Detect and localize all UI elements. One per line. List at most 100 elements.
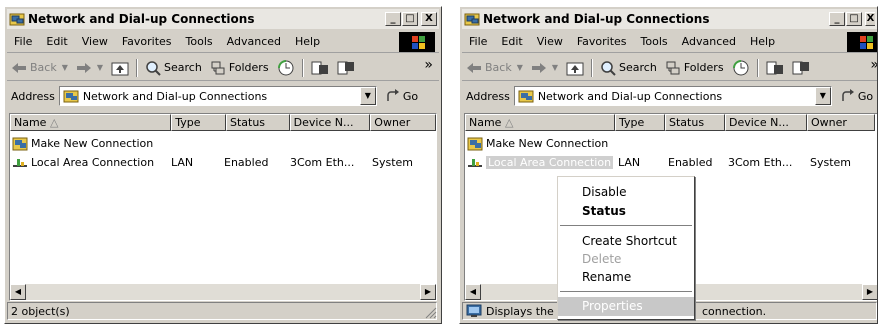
folders-label: Folders <box>683 61 724 74</box>
scroll-right-button[interactable]: ▶ <box>862 284 877 300</box>
toolbar-separator <box>591 58 594 77</box>
forward-arrow-icon <box>76 62 91 73</box>
column-header-status[interactable]: Status <box>665 114 725 131</box>
maximize-button[interactable]: □ <box>846 12 862 26</box>
go-arrow-icon <box>842 89 854 101</box>
column-header-device[interactable]: Device N... <box>725 114 807 131</box>
list-item[interactable]: Make New Connection <box>467 135 608 152</box>
toolbar-more-chevron[interactable]: » <box>424 57 433 73</box>
forward-button[interactable]: ▼ <box>72 62 107 74</box>
column-header-name[interactable]: Name △ <box>10 114 172 131</box>
column-header-name[interactable]: Name △ <box>465 114 615 131</box>
title-bar[interactable]: Network and Dial-up Connections _ □ X <box>7 9 439 29</box>
menu-item-disable[interactable]: Disable <box>558 183 694 202</box>
folders-button[interactable]: Folders <box>661 60 728 76</box>
search-button[interactable]: Search <box>596 60 661 76</box>
menu-separator <box>560 291 692 293</box>
move-to-button[interactable] <box>307 60 333 76</box>
address-dropdown-button[interactable]: ▼ <box>359 87 376 105</box>
address-field[interactable]: Network and Dial-up Connections ▼ <box>58 86 377 106</box>
menu-item-rename[interactable]: Rename <box>558 268 694 287</box>
menu-favorites[interactable]: Favorites <box>570 35 634 48</box>
list-item-selected[interactable]: Local Area Connection LAN Enabled 3Com E… <box>467 154 870 171</box>
item-owner: System <box>810 156 852 169</box>
menu-edit[interactable]: Edit <box>494 35 529 48</box>
menu-item-create-shortcut[interactable]: Create Shortcut <box>558 232 694 251</box>
menu-edit[interactable]: Edit <box>39 35 74 48</box>
menu-view[interactable]: View <box>75 35 115 48</box>
column-header-type[interactable]: Type <box>615 114 665 131</box>
menu-view[interactable]: View <box>530 35 570 48</box>
menu-item-properties[interactable]: Properties <box>558 297 694 316</box>
list-item[interactable]: Local Area Connection LAN Enabled 3Com E… <box>12 154 432 171</box>
column-header-type[interactable]: Type <box>171 114 226 131</box>
minimize-button[interactable]: _ <box>385 12 401 26</box>
scroll-left-button[interactable]: ◀ <box>465 284 481 300</box>
menu-tools[interactable]: Tools <box>634 35 675 48</box>
folders-button[interactable]: Folders <box>206 60 273 76</box>
copy-to-icon <box>792 61 809 74</box>
back-button[interactable]: Back ▼ <box>7 61 72 74</box>
scroll-left-button[interactable]: ◀ <box>10 284 26 300</box>
menu-favorites[interactable]: Favorites <box>115 35 179 48</box>
up-button[interactable] <box>562 60 588 76</box>
forward-button[interactable]: ▼ <box>527 62 562 74</box>
back-label: Back <box>30 61 57 74</box>
menu-file[interactable]: File <box>7 35 39 48</box>
status-network-icon <box>466 304 482 317</box>
column-header-owner[interactable]: Owner <box>807 114 875 131</box>
make-new-connection-icon <box>12 137 28 150</box>
copy-to-button[interactable] <box>333 60 359 76</box>
menu-help[interactable]: Help <box>743 35 782 48</box>
go-button[interactable]: Go <box>377 89 418 103</box>
scroll-right-button[interactable]: ▶ <box>420 284 436 300</box>
maximize-button[interactable]: □ <box>402 12 418 26</box>
history-button[interactable] <box>273 59 299 77</box>
menu-advanced[interactable]: Advanced <box>220 35 288 48</box>
address-dropdown-button[interactable]: ▼ <box>814 87 831 105</box>
menu-item-delete[interactable]: Delete <box>558 250 694 269</box>
menu-file[interactable]: File <box>462 35 494 48</box>
lan-connection-icon <box>13 158 27 167</box>
forward-dropdown-icon[interactable]: ▼ <box>552 63 558 72</box>
up-button[interactable] <box>107 60 133 76</box>
back-button[interactable]: Back ▼ <box>462 61 527 74</box>
back-arrow-icon <box>467 62 481 73</box>
menu-bar: File Edit View Favorites Tools Advanced … <box>7 31 439 53</box>
item-name: Local Area Connection <box>486 156 614 169</box>
menu-item-status[interactable]: Status <box>558 202 694 221</box>
forward-dropdown-icon[interactable]: ▼ <box>97 63 103 72</box>
close-button[interactable]: X <box>865 12 875 26</box>
menu-tools[interactable]: Tools <box>179 35 220 48</box>
network-folder-icon <box>63 90 79 103</box>
folders-icon <box>666 61 680 74</box>
list-item[interactable]: Make New Connection <box>12 135 153 152</box>
column-header-device[interactable]: Device N... <box>289 114 371 131</box>
file-list-view[interactable]: Name △ Type Status Device N... Owner Mak… <box>9 113 437 301</box>
close-button[interactable]: X <box>421 12 437 26</box>
toolbar-more-chevron[interactable]: » <box>870 57 877 73</box>
move-to-button[interactable] <box>762 60 788 76</box>
resize-grip-icon[interactable] <box>425 307 437 319</box>
column-header-status[interactable]: Status <box>225 114 290 131</box>
address-field[interactable]: Network and Dial-up Connections ▼ <box>513 86 832 106</box>
go-button[interactable]: Go <box>832 89 873 103</box>
status-text-suffix: connection. <box>702 304 767 318</box>
menu-advanced[interactable]: Advanced <box>675 35 743 48</box>
item-name: Make New Connection <box>486 137 609 150</box>
horizontal-scrollbar[interactable]: ◀ ▶ <box>10 284 436 300</box>
window-title: Network and Dial-up Connections <box>28 12 255 26</box>
copy-to-button[interactable] <box>788 60 814 76</box>
go-label: Go <box>857 89 874 103</box>
address-label: Address <box>466 89 510 103</box>
menu-separator <box>560 225 692 227</box>
title-bar[interactable]: Network and Dial-up Connections _ □ X <box>462 9 877 29</box>
back-dropdown-icon[interactable]: ▼ <box>517 63 523 72</box>
back-dropdown-icon[interactable]: ▼ <box>62 63 68 72</box>
search-button[interactable]: Search <box>141 60 206 76</box>
toolbar-separator <box>301 58 304 77</box>
history-button[interactable] <box>728 59 754 77</box>
minimize-button[interactable]: _ <box>829 12 845 26</box>
column-header-owner[interactable]: Owner <box>370 114 436 131</box>
menu-help[interactable]: Help <box>288 35 327 48</box>
